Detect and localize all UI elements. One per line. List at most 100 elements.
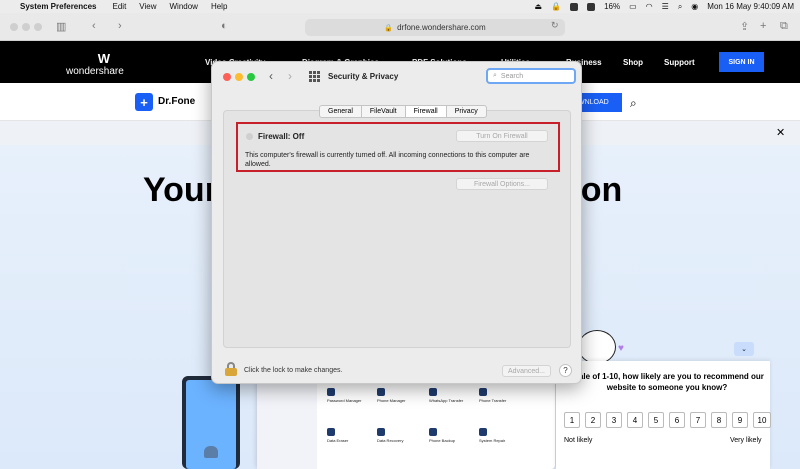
text-input-icon[interactable] — [570, 2, 579, 11]
siri-icon[interactable]: ◉ — [691, 2, 698, 11]
firewall-options-button[interactable]: Firewall Options... — [456, 178, 548, 190]
lock-icon[interactable] — [225, 362, 237, 376]
tile-label: Data Recovery — [377, 438, 404, 443]
wondershare-logo[interactable]: W wondershare — [66, 51, 124, 77]
rating-7[interactable]: 7 — [690, 412, 706, 428]
tile-whatsapp-transfer: WhatsApp Transfer — [429, 388, 475, 424]
chevron-down-icon[interactable]: ⌄ — [734, 342, 754, 356]
back-arrow-icon[interactable]: ‹ — [269, 69, 273, 83]
rating-8[interactable]: 8 — [711, 412, 727, 428]
back-icon[interactable]: ‹ — [92, 20, 96, 32]
survey-question: scale of 1-10, how likely are you to rec… — [570, 372, 764, 392]
reload-icon[interactable]: ↻ — [551, 20, 559, 31]
sidebar-icon[interactable]: ▥ — [56, 20, 66, 33]
magnifier-icon: ⌕ — [493, 72, 497, 79]
tile-icon — [479, 428, 487, 436]
logo-text: wondershare — [66, 66, 124, 77]
heart-icon: ♥ — [618, 343, 624, 354]
rating-10[interactable]: 10 — [753, 412, 771, 428]
product-name[interactable]: Dr.Fone — [158, 96, 195, 107]
menu-window[interactable]: Window — [170, 2, 198, 11]
new-tab-icon[interactable]: + — [760, 20, 766, 32]
tile-data-recovery: Data Recovery — [377, 428, 423, 464]
rating-3[interactable]: 3 — [606, 412, 622, 428]
rating-4[interactable]: 4 — [627, 412, 643, 428]
tab-overview-icon[interactable]: ⧉ — [780, 20, 788, 33]
close-icon[interactable]: ✕ — [776, 126, 785, 139]
tab-privacy[interactable]: Privacy — [447, 106, 486, 117]
forward-icon[interactable]: › — [118, 20, 122, 32]
battery-icon[interactable]: ▭ — [629, 2, 637, 11]
menu-view[interactable]: View — [139, 2, 156, 11]
signin-button[interactable]: SIGN IN — [719, 52, 764, 72]
minimize-window-button[interactable] — [22, 23, 30, 31]
search-field[interactable]: ⌕ Search — [486, 68, 576, 84]
nav-support[interactable]: Support — [664, 58, 695, 67]
tab-general[interactable]: General — [320, 106, 362, 117]
minimize-button[interactable] — [235, 73, 243, 81]
wondershare-logo-icon: W — [97, 51, 111, 66]
rating-6[interactable]: 6 — [669, 412, 685, 428]
advanced-button[interactable]: Advanced... — [502, 365, 551, 377]
menu-help[interactable]: Help — [211, 2, 227, 11]
tile-password-manager: Password Manager — [327, 388, 373, 424]
site-search-icon[interactable]: ⌕ — [630, 96, 637, 111]
menu-app-name[interactable]: System Preferences — [20, 2, 97, 11]
wifi-icon[interactable]: ◠ — [646, 2, 653, 11]
address-bar[interactable]: 🔒 drfone.wondershare.com — [305, 19, 565, 36]
tile-icon — [377, 428, 385, 436]
tile-phone-manager: Phone Manager — [377, 388, 423, 424]
tile-icon — [327, 428, 335, 436]
rating-1[interactable]: 1 — [564, 412, 580, 428]
lock-status-icon[interactable]: 🔒 — [551, 2, 561, 11]
tab-firewall[interactable]: Firewall — [405, 106, 447, 117]
tab-bar: General FileVault Firewall Privacy — [319, 105, 487, 118]
firewall-description: This computer's firewall is currently tu… — [245, 152, 530, 168]
zoom-button[interactable] — [247, 73, 255, 81]
tile-icon — [327, 388, 335, 396]
window-title: Security & Privacy — [328, 72, 399, 81]
status-icon[interactable]: ⏏ — [535, 2, 543, 11]
tile-label: Password Manager — [327, 398, 362, 403]
turn-on-firewall-button[interactable]: Turn On Firewall — [456, 130, 548, 142]
tile-icon — [429, 388, 437, 396]
app-screenshot: Password Manager Phone Manager WhatsApp … — [257, 378, 555, 469]
tile-phone-transfer: Phone Transfer — [479, 388, 525, 424]
tile-label: WhatsApp Transfer — [429, 398, 464, 403]
battery-percent[interactable]: 16% — [604, 2, 620, 11]
android-icon — [204, 446, 218, 458]
zoom-window-button[interactable] — [34, 23, 42, 31]
hero-title-left: Your — [143, 171, 218, 209]
rating-high-label: Very likely — [730, 437, 762, 444]
share-icon[interactable]: ⇪ — [740, 20, 749, 33]
close-window-button[interactable] — [10, 23, 18, 31]
clock[interactable]: Mon 16 May 9:40:09 AM — [707, 2, 794, 11]
tile-label: Data Eraser — [327, 438, 349, 443]
firewall-status-indicator — [246, 133, 253, 140]
url-lock-icon: 🔒 — [384, 24, 394, 32]
rating-5[interactable]: 5 — [648, 412, 664, 428]
show-all-grid-icon[interactable] — [309, 71, 320, 82]
close-button[interactable] — [223, 73, 231, 81]
rating-low-label: Not likely — [564, 437, 593, 444]
browser-toolbar: ▥ ‹ › ◐ 🔒 drfone.wondershare.com ↻ ⇪ + ⧉ — [0, 13, 800, 41]
control-center-icon[interactable]: ☰ — [662, 2, 669, 11]
security-privacy-window: ‹ › Security & Privacy ⌕ Search General … — [211, 61, 582, 384]
menu-edit[interactable]: Edit — [113, 2, 127, 11]
drfone-logo-icon[interactable]: + — [135, 93, 153, 111]
tile-icon — [479, 388, 487, 396]
help-button[interactable]: ? — [559, 364, 572, 377]
nav-shop[interactable]: Shop — [623, 58, 643, 67]
tab-filevault[interactable]: FileVault — [362, 106, 406, 117]
privacy-shield-icon[interactable]: ◐ — [221, 20, 228, 32]
phone-device-image — [182, 376, 240, 469]
rating-2[interactable]: 2 — [585, 412, 601, 428]
lock-text: Click the lock to make changes. — [244, 367, 343, 374]
app-status-icon[interactable] — [587, 2, 596, 11]
tile-phone-backup: Phone Backup — [429, 428, 475, 464]
firewall-status: Firewall: Off — [258, 132, 305, 141]
search-icon[interactable]: ⌕ — [678, 2, 682, 12]
forward-arrow-icon[interactable]: › — [288, 69, 292, 83]
menu-bar: System Preferences Edit View Window Help… — [0, 0, 800, 13]
rating-9[interactable]: 9 — [732, 412, 748, 428]
